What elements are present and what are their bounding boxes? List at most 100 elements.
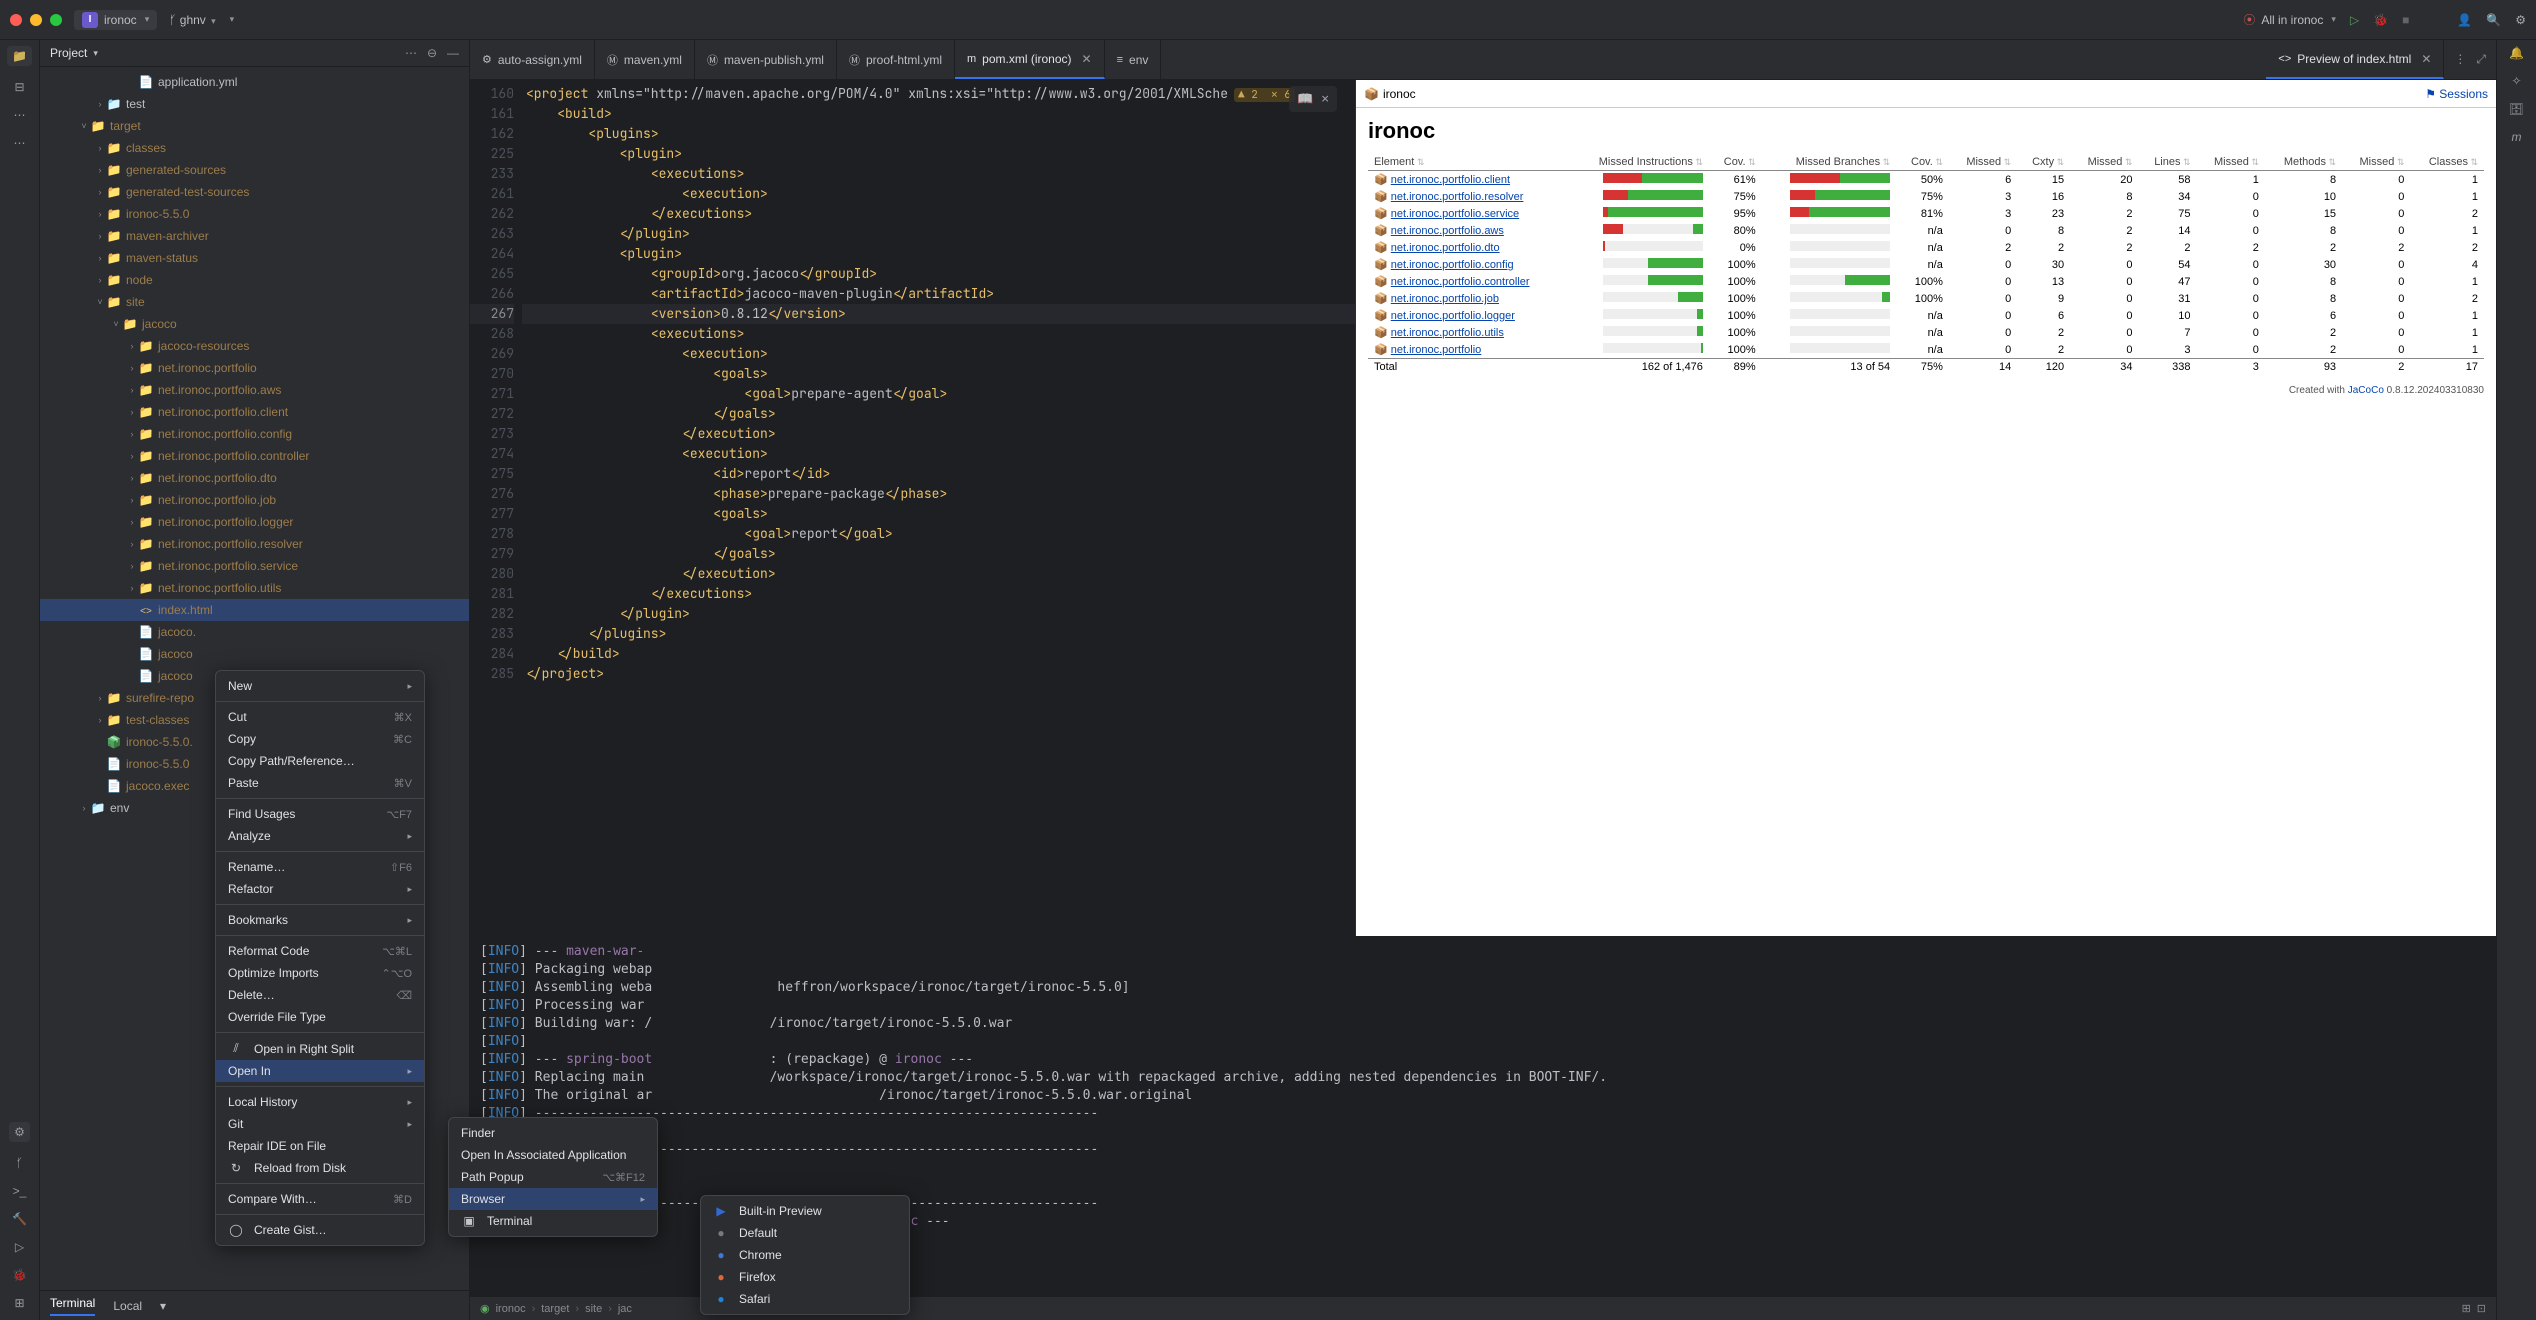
more-tool-button[interactable]: ⋯ bbox=[14, 136, 26, 150]
tree-item[interactable]: ›net.ironoc.portfolio.aws bbox=[40, 379, 469, 401]
editor-inlay-hints[interactable]: 📖 ✕ bbox=[1289, 86, 1337, 112]
services-tool-button[interactable]: ⚙ bbox=[9, 1122, 30, 1142]
run-config-selector[interactable]: ⦿ All in ironoc ▾ bbox=[2243, 11, 2336, 28]
menu-item[interactable]: Local History▸ bbox=[216, 1091, 424, 1113]
menu-item[interactable]: Paste⌘V bbox=[216, 772, 424, 794]
local-tab[interactable]: Local bbox=[113, 1299, 142, 1313]
menu-item[interactable]: ▣Terminal bbox=[449, 1210, 657, 1232]
collapse-icon[interactable]: ⊖ bbox=[427, 46, 437, 60]
tree-item[interactable]: ›net.ironoc.portfolio.resolver bbox=[40, 533, 469, 555]
line-sep-icon[interactable]: ⊡ bbox=[2477, 1302, 2486, 1315]
package-link[interactable]: net.ironoc.portfolio.utils bbox=[1391, 327, 1504, 339]
menu-item[interactable]: Browser▸ bbox=[449, 1188, 657, 1210]
open-in-submenu[interactable]: FinderOpen In Associated ApplicationPath… bbox=[448, 1117, 658, 1237]
table-header[interactable]: Missed bbox=[2342, 154, 2410, 171]
tree-item[interactable]: ˅target bbox=[40, 115, 469, 137]
menu-item[interactable]: ▶Built-in Preview bbox=[701, 1200, 909, 1222]
jacoco-link[interactable]: JaCoCo bbox=[2348, 385, 2384, 396]
tree-item[interactable]: ›net.ironoc.portfolio.client bbox=[40, 401, 469, 423]
close-window-button[interactable] bbox=[10, 14, 22, 26]
package-link[interactable]: net.ironoc.portfolio.dto bbox=[1391, 242, 1500, 254]
more-tabs-icon[interactable]: ⋮ bbox=[2454, 52, 2466, 67]
menu-item[interactable]: Copy Path/Reference… bbox=[216, 750, 424, 772]
encoding-icon[interactable]: ⊞ bbox=[2462, 1302, 2471, 1315]
debug-tool-button[interactable]: 🐞 bbox=[12, 1268, 27, 1282]
debug-button[interactable]: 🐞 bbox=[2373, 13, 2388, 27]
editor-tab[interactable]: mpom.xml (ironoc)✕ bbox=[955, 40, 1105, 79]
table-header[interactable]: Missed bbox=[2197, 154, 2265, 171]
editor-tab[interactable]: Ⓜmaven-publish.yml bbox=[695, 40, 837, 79]
tree-item[interactable]: ›maven-status bbox=[40, 247, 469, 269]
menu-item[interactable]: Finder bbox=[449, 1122, 657, 1144]
project-widget[interactable]: I ironoc ▾ bbox=[74, 10, 157, 30]
search-everywhere-icon[interactable]: 🔍 bbox=[2486, 13, 2501, 27]
commit-tool-button[interactable]: ⊟ bbox=[14, 80, 24, 94]
close-icon[interactable]: ✕ bbox=[1321, 89, 1329, 109]
tree-item[interactable]: ›net.ironoc.portfolio bbox=[40, 357, 469, 379]
menu-item[interactable]: Cut⌘X bbox=[216, 706, 424, 728]
tree-item[interactable]: ›net.ironoc.portfolio.job bbox=[40, 489, 469, 511]
editor-tab[interactable]: Ⓜmaven.yml bbox=[595, 40, 695, 79]
reader-mode-icon[interactable]: 📖 bbox=[1297, 89, 1313, 109]
menu-item[interactable]: ●Default bbox=[701, 1222, 909, 1244]
run-button[interactable]: ▷ bbox=[2350, 13, 2359, 27]
menu-item[interactable]: Copy⌘C bbox=[216, 728, 424, 750]
tree-item[interactable]: ›net.ironoc.portfolio.dto bbox=[40, 467, 469, 489]
terminal-tool-button[interactable]: >_ bbox=[13, 1184, 27, 1198]
editor-tab[interactable]: ⚙auto-assign.yml bbox=[470, 40, 595, 79]
tree-item[interactable]: ›net.ironoc.portfolio.logger bbox=[40, 511, 469, 533]
table-header[interactable]: Classes bbox=[2410, 154, 2484, 171]
crumb[interactable]: jac bbox=[618, 1303, 632, 1315]
menu-item[interactable]: Delete…⌫ bbox=[216, 984, 424, 1006]
package-link[interactable]: net.ironoc.portfolio.aws bbox=[1391, 225, 1504, 237]
chevron-down-icon[interactable]: ▾ bbox=[93, 48, 98, 59]
crumb[interactable]: target bbox=[541, 1303, 569, 1315]
tree-item[interactable]: jacoco. bbox=[40, 621, 469, 643]
table-header[interactable]: Methods bbox=[2265, 154, 2342, 171]
tree-item[interactable]: ›ironoc-5.5.0 bbox=[40, 203, 469, 225]
chevron-down-icon[interactable]: ▾ bbox=[230, 14, 235, 25]
tree-item[interactable]: ›net.ironoc.portfolio.utils bbox=[40, 577, 469, 599]
menu-item[interactable]: ●Chrome bbox=[701, 1244, 909, 1266]
menu-item[interactable]: Analyze▸ bbox=[216, 825, 424, 847]
package-link[interactable]: net.ironoc.portfolio.logger bbox=[1391, 310, 1515, 322]
menu-item[interactable]: Reformat Code⌥⌘L bbox=[216, 940, 424, 962]
tree-item[interactable]: ˅jacoco bbox=[40, 313, 469, 335]
crumb[interactable]: site bbox=[585, 1303, 602, 1315]
menu-item[interactable]: ●Firefox bbox=[701, 1266, 909, 1288]
table-header[interactable]: Missed bbox=[2070, 154, 2138, 171]
package-link[interactable]: net.ironoc.portfolio.service bbox=[1391, 208, 1519, 220]
menu-item[interactable]: Open In Associated Application bbox=[449, 1144, 657, 1166]
preview-tab[interactable]: <>Preview of index.html✕ bbox=[2266, 40, 2444, 79]
table-header[interactable]: Missed Branches bbox=[1762, 154, 1897, 171]
tree-item[interactable]: ›maven-archiver bbox=[40, 225, 469, 247]
package-link[interactable]: net.ironoc.portfolio bbox=[1391, 344, 1482, 356]
tree-item[interactable]: ›test bbox=[40, 93, 469, 115]
table-header[interactable]: Lines bbox=[2138, 154, 2196, 171]
menu-item[interactable]: ⫽Open in Right Split bbox=[216, 1037, 424, 1060]
notifications-tool-button[interactable]: 🔔 bbox=[2509, 46, 2524, 60]
table-header[interactable]: Cov. bbox=[1709, 154, 1762, 171]
menu-item[interactable]: Path Popup⌥⌘F12 bbox=[449, 1166, 657, 1188]
minimize-window-button[interactable] bbox=[30, 14, 42, 26]
git-tool-button[interactable]: ᚶ bbox=[16, 1156, 23, 1170]
ai-tool-button[interactable]: ✧ bbox=[2511, 74, 2521, 88]
menu-item[interactable]: New▸ bbox=[216, 675, 424, 697]
menu-item[interactable]: Optimize Imports⌃⌥O bbox=[216, 962, 424, 984]
package-link[interactable]: net.ironoc.portfolio.job bbox=[1391, 293, 1499, 305]
tree-item[interactable]: ˅site bbox=[40, 291, 469, 313]
menu-item[interactable]: Rename…⇧F6 bbox=[216, 856, 424, 878]
package-link[interactable]: net.ironoc.portfolio.config bbox=[1391, 259, 1514, 271]
structure-tool-button[interactable]: ⋯ bbox=[14, 108, 26, 122]
editor-tab[interactable]: Ⓜproof-html.yml bbox=[837, 40, 955, 79]
menu-item[interactable]: ◯Create Gist… bbox=[216, 1219, 424, 1241]
menu-item[interactable]: Find Usages⌥F7 bbox=[216, 803, 424, 825]
vcs-branch-widget[interactable]: ᚶ ghnv ▾ bbox=[169, 13, 215, 27]
code-content[interactable]: <project xmlns="http://maven.apache.org/… bbox=[522, 80, 1355, 936]
hide-icon[interactable]: — bbox=[447, 46, 459, 60]
table-header[interactable]: Missed bbox=[1949, 154, 2017, 171]
menu-item[interactable]: ↻Reload from Disk bbox=[216, 1157, 424, 1179]
stop-button[interactable]: ■ bbox=[2402, 13, 2409, 27]
expand-icon[interactable]: ⤢ bbox=[2476, 52, 2486, 67]
file-context-menu[interactable]: New▸ Cut⌘XCopy⌘CCopy Path/Reference…Paste… bbox=[215, 670, 425, 1246]
